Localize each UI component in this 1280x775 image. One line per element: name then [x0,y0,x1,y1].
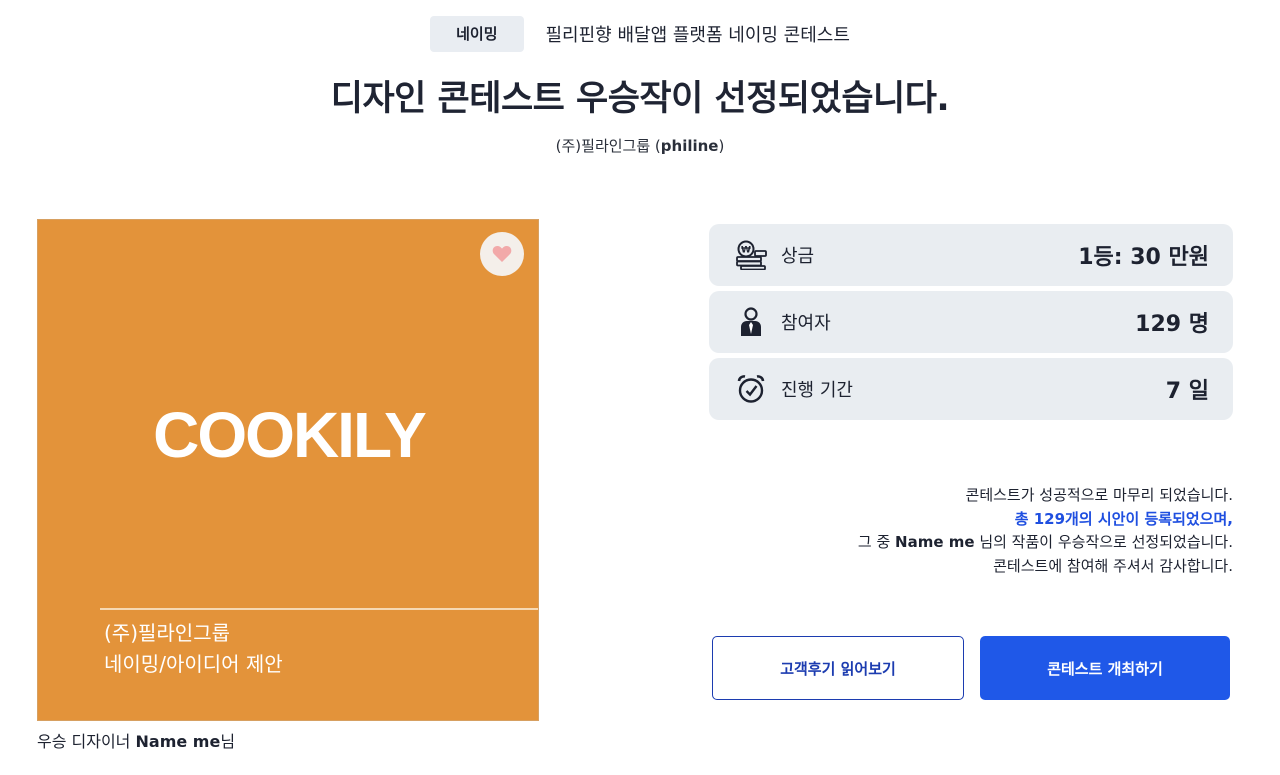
summary-line4: 콘테스트에 참여해 주셔서 감사합니다. [993,556,1233,575]
stat-participants: 참여자 129 명 [709,291,1233,353]
contest-header-row: 네이밍 필리핀향 배달앱 플랫폼 네이밍 콘테스트 [0,16,1280,52]
person-icon [735,306,767,338]
stat-duration: 진행 기간 7 일 [709,358,1233,420]
stat-duration-label: 진행 기간 [781,380,853,401]
stat-prize-label: 상금 [781,246,815,267]
summary-line2: 총 129개의 시안이 등록되었으며, [1014,509,1233,528]
contest-summary: 콘테스트가 성공적으로 마무리 되었습니다. 총 129개의 시안이 등록되었으… [858,484,1233,578]
host-suffix: ) [718,137,725,155]
host-english-name: philine [660,137,719,155]
stat-prize: ₩ 상금 1등: 30 만원 [709,224,1233,286]
designer-credit-prefix: 우승 디자이너 [37,732,136,751]
artwork-brand-name: COOKILY [153,399,427,471]
artwork-divider [100,608,538,610]
stat-participants-label: 참여자 [781,313,831,334]
host-line: (주)필라인그룹 (philine) [0,135,1280,156]
heart-icon [492,246,512,262]
artwork-caption-line2: 네이밍/아이디어 제안 [104,652,283,676]
like-button[interactable] [480,232,524,276]
svg-text:₩: ₩ [741,246,751,256]
designer-name: Name me [135,732,221,751]
designer-credit-suffix: 님 [220,732,236,751]
page-title: 디자인 콘테스트 우승작이 선정되었습니다. [330,79,950,119]
host-contest-button[interactable]: 콘테스트 개최하기 [980,636,1230,700]
artwork-caption: (주)필라인그룹 네이밍/아이디어 제안 [104,618,283,680]
artwork-caption-line1: (주)필라인그룹 [104,621,231,645]
host-prefix: (주)필라인그룹 ( [555,137,661,155]
summary-line3-suffix: 님의 작품이 우승작으로 선정되었습니다. [974,533,1233,551]
winner-artwork[interactable]: COOKILY (주)필라인그룹 네이밍/아이디어 제안 [37,219,539,721]
alarm-clock-icon [735,373,767,405]
summary-winner-name: Name me [895,533,975,551]
read-reviews-button[interactable]: 고객후기 읽어보기 [712,636,964,700]
stat-participants-value: 129 명 [1135,312,1209,337]
summary-line3: 그 중 Name me 님의 작품이 우승작으로 선정되었습니다. [858,531,1233,555]
money-stack-icon: ₩ [735,239,767,271]
designer-credit: 우승 디자이너 Name me님 [37,728,235,752]
summary-line3-prefix: 그 중 [857,533,896,551]
stat-prize-value: 1등: 30 만원 [1078,245,1209,270]
category-badge: 네이밍 [430,16,524,52]
summary-line1: 콘테스트가 성공적으로 마무리 되었습니다. [965,486,1233,504]
contest-name: 필리핀향 배달앱 플랫폼 네이밍 콘테스트 [545,25,850,46]
stat-duration-value: 7 일 [1165,379,1209,404]
